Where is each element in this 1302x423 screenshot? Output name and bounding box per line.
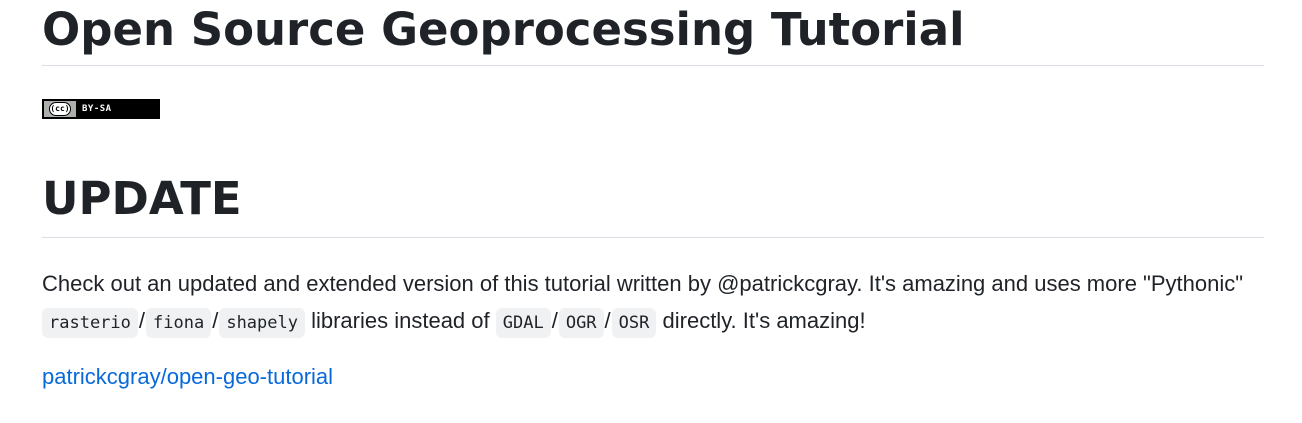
badge-row: (cc) BY-SA [42,96,1264,119]
code-osr: OSR [611,308,657,338]
separator: / [138,308,146,333]
update-heading: UPDATE [42,168,1264,238]
cc-by-sa-license-badge[interactable]: (cc) BY-SA [42,99,160,119]
license-badge-label: BY-SA [76,101,158,117]
update-paragraph: Check out an updated and extended versio… [42,265,1264,342]
code-ogr: OGR [558,308,604,338]
separator: / [551,308,558,333]
paragraph-text-1: Check out an updated and extended versio… [42,271,1244,296]
paragraph-text-2: libraries instead of [304,308,496,333]
separator: / [212,308,219,333]
repo-link[interactable]: patrickcgray/open-geo-tutorial [42,364,333,390]
page-title: Open Source Geoprocessing Tutorial [42,0,1264,66]
readme-content: Open Source Geoprocessing Tutorial (cc) … [42,0,1264,390]
cc-icon: (cc) [49,102,71,116]
code-rasterio: rasterio [42,308,138,338]
separator: / [604,308,611,333]
code-shapely: shapely [219,308,305,338]
paragraph-text-3: directly. It's amazing! [656,308,866,333]
code-gdal: GDAL [495,308,551,338]
code-fiona: fiona [146,308,212,338]
cc-icon-area: (cc) [44,101,76,117]
